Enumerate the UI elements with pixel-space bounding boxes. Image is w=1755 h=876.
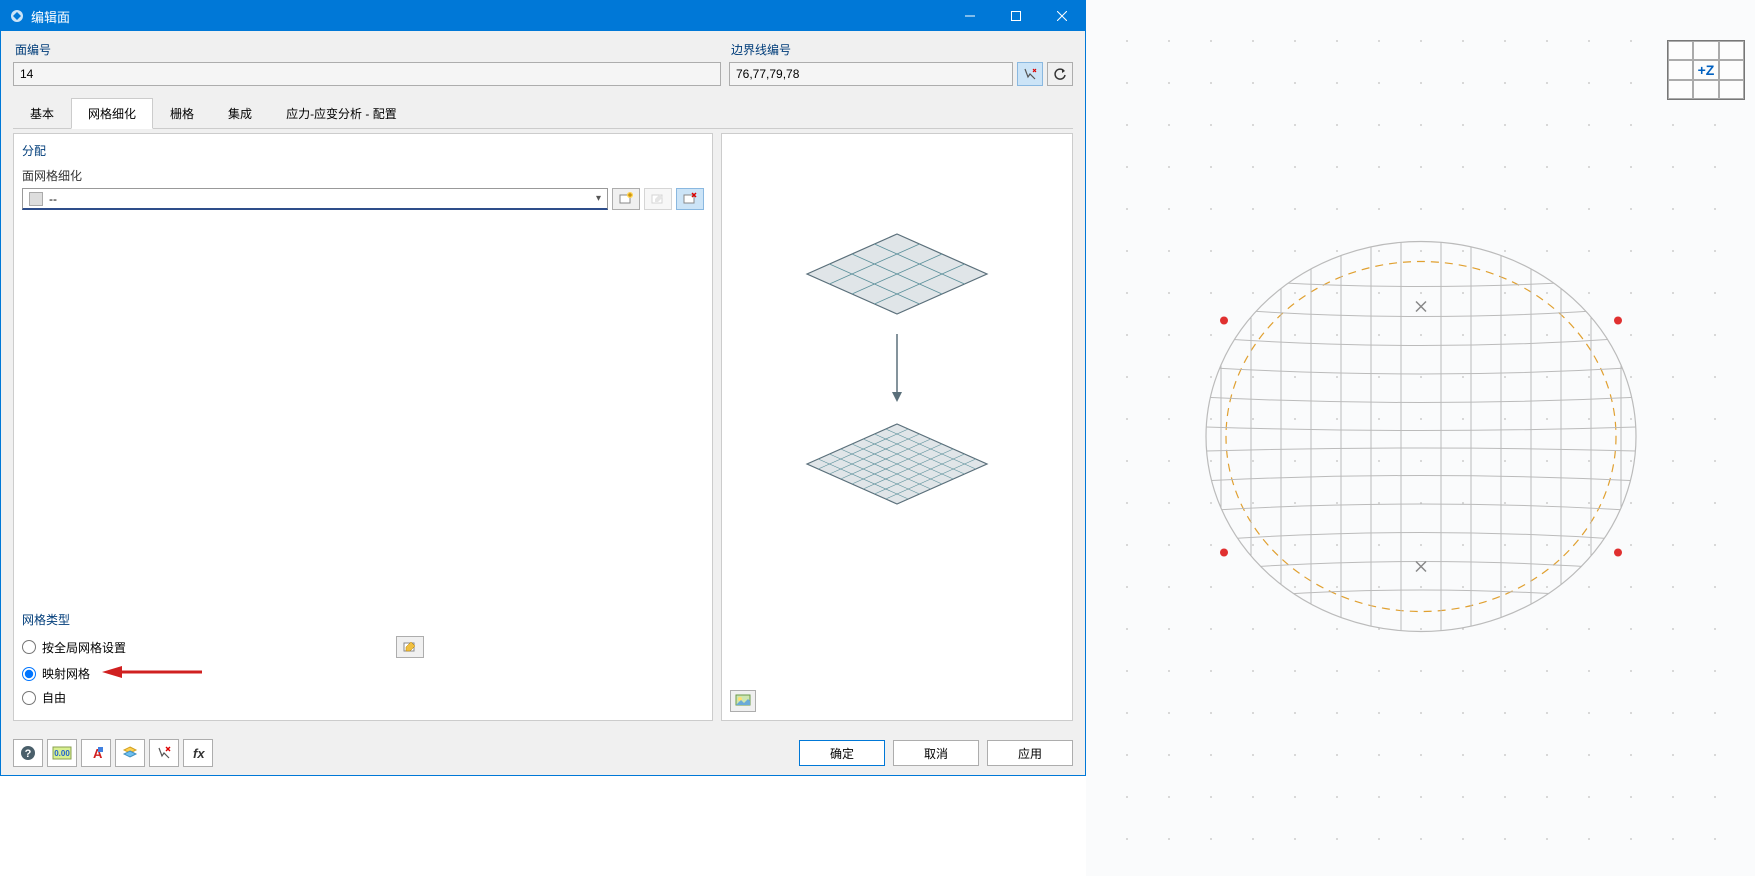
app-icon (9, 8, 25, 24)
pick-clear-button[interactable] (149, 739, 179, 767)
view-cube[interactable]: +Z (1667, 40, 1745, 100)
boundary-lines-input[interactable] (729, 62, 1013, 86)
surface-number-input[interactable] (13, 62, 721, 86)
svg-text:0.00: 0.00 (54, 749, 70, 758)
tab-bar: 基本 网格细化 栅格 集成 应力-应变分析 - 配置 (13, 98, 1073, 129)
assignment-title: 分配 (22, 142, 704, 159)
tab-integration[interactable]: 集成 (211, 98, 269, 129)
tab-stress-analysis[interactable]: 应力-应变分析 - 配置 (269, 98, 414, 129)
ok-button[interactable]: 确定 (799, 740, 885, 766)
apply-button[interactable]: 应用 (987, 740, 1073, 766)
radio-free-mesh-label: 自由 (42, 689, 66, 706)
mesh-type-title: 网格类型 (22, 611, 704, 628)
edit-global-mesh-button[interactable] (396, 636, 424, 658)
tab-grid[interactable]: 栅格 (153, 98, 211, 129)
boundary-lines-label: 边界线编号 (729, 41, 1073, 58)
titlebar: 编辑面 (1, 1, 1085, 31)
titlebar-title: 编辑面 (31, 7, 947, 26)
function-button[interactable]: fx (183, 739, 213, 767)
units-button[interactable]: 0.00 (47, 739, 77, 767)
new-refinement-button[interactable] (612, 188, 640, 210)
edit-refinement-button (644, 188, 672, 210)
radio-free-mesh[interactable] (22, 691, 36, 705)
dropdown-swatch-icon (29, 192, 43, 206)
tab-basic[interactable]: 基本 (13, 98, 71, 129)
mesh-refinement-illustration (787, 224, 1007, 567)
model-viewport[interactable]: +Z (1086, 0, 1755, 876)
chevron-down-icon: ▾ (596, 193, 601, 204)
cancel-button[interactable]: 取消 (893, 740, 979, 766)
preview-panel (721, 133, 1073, 721)
viewcube-face-label[interactable]: +Z (1693, 60, 1718, 79)
edit-surface-dialog: 编辑面 面编号 边界线编号 (0, 0, 1086, 776)
radio-mapped-mesh-label: 映射网格 (42, 665, 90, 682)
surface-mesh-refinement-label: 面网格细化 (22, 167, 704, 184)
maximize-button[interactable] (993, 1, 1039, 31)
help-button[interactable]: ? (13, 739, 43, 767)
font-button[interactable]: A (81, 739, 111, 767)
close-button[interactable] (1039, 1, 1085, 31)
surface-mesh-drawing (1191, 227, 1651, 650)
dialog-button-bar: ? 0.00 A fx 确定 取消 应用 (1, 731, 1085, 775)
pick-lines-button[interactable] (1017, 62, 1043, 86)
left-panel: 分配 面网格细化 -- ▾ 网格类型 (13, 133, 713, 721)
annotation-arrow-icon (102, 664, 202, 683)
radio-global-mesh[interactable] (22, 640, 36, 654)
delete-refinement-button[interactable] (676, 188, 704, 210)
layers-button[interactable] (115, 739, 145, 767)
minimize-button[interactable] (947, 1, 993, 31)
reset-lines-button[interactable] (1047, 62, 1073, 86)
refinement-dropdown-value: -- (49, 192, 596, 206)
svg-text:?: ? (25, 748, 32, 760)
tab-mesh-refinement[interactable]: 网格细化 (71, 98, 153, 129)
preview-toggle-button[interactable] (730, 690, 756, 712)
surface-number-label: 面编号 (13, 41, 721, 58)
refinement-dropdown[interactable]: -- ▾ (22, 188, 608, 210)
radio-global-mesh-label: 按全局网格设置 (42, 639, 126, 656)
svg-text:fx: fx (193, 746, 205, 761)
radio-mapped-mesh[interactable] (22, 667, 36, 681)
